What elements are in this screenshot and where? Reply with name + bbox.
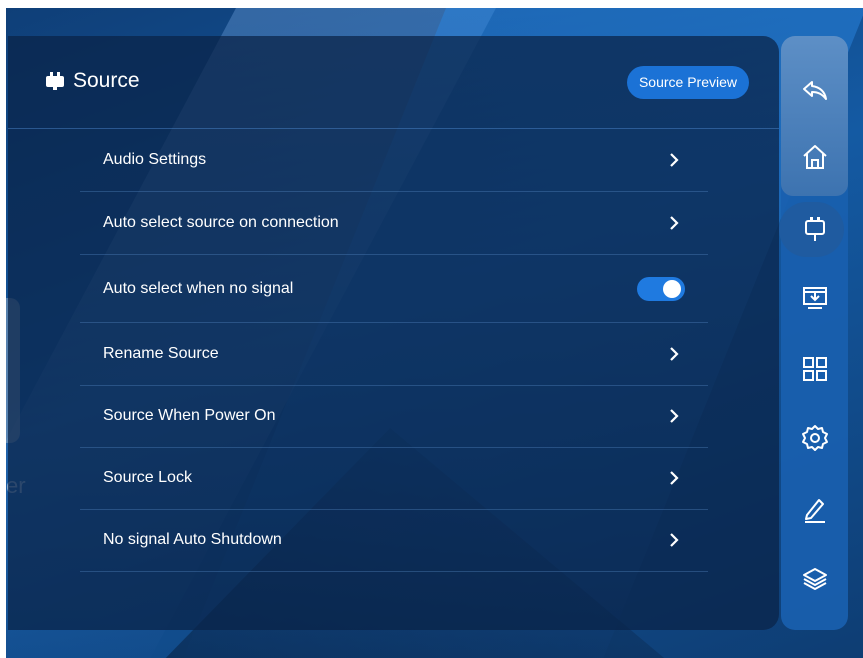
layers-icon (803, 568, 827, 590)
settings-row-no-signal-auto-shutdown[interactable]: No signal Auto Shutdown (80, 509, 708, 572)
chevron-right-icon (670, 347, 679, 361)
source-panel: Source Source Preview Audio Settings Aut… (8, 36, 779, 630)
settings-row-label: No signal Auto Shutdown (103, 531, 282, 548)
page-title: Source (73, 69, 140, 92)
apps-grid-icon (803, 357, 827, 381)
auto-select-no-signal-toggle[interactable] (637, 277, 685, 301)
chevron-right-icon (670, 216, 679, 230)
sidebar-item-home[interactable] (800, 142, 830, 172)
settings-row-rename-source[interactable]: Rename Source (80, 323, 708, 386)
sidebar-item-annotate[interactable] (800, 494, 830, 524)
chevron-right-icon (670, 153, 679, 167)
settings-row-label: Source Lock (103, 469, 192, 486)
settings-row-auto-select-no-signal: Auto select when no signal (80, 256, 708, 323)
sidebar-item-layers[interactable] (800, 564, 830, 594)
settings-gear-icon (802, 425, 828, 451)
home-icon (803, 145, 827, 169)
source-icon (805, 217, 825, 241)
settings-row-auto-select-on-connection[interactable]: Auto select source on connection (80, 192, 708, 255)
settings-row-label: Source When Power On (103, 407, 276, 424)
screen-download-icon (803, 287, 827, 309)
sidebar-nav (779, 36, 848, 630)
sidebar-item-back[interactable] (800, 75, 830, 105)
chevron-right-icon (670, 533, 679, 547)
settings-row-label: Auto select when no signal (103, 280, 294, 297)
sidebar-item-settings[interactable] (800, 423, 830, 453)
settings-row-label: Auto select source on connection (103, 214, 339, 231)
settings-row-audio-settings[interactable]: Audio Settings (80, 129, 708, 192)
source-preview-button[interactable]: Source Preview (627, 66, 749, 99)
settings-row-label: Rename Source (103, 345, 219, 362)
sidebar-item-apps[interactable] (800, 354, 830, 384)
sidebar-item-source[interactable] (800, 214, 830, 244)
toggle-knob (663, 280, 681, 298)
source-plug-icon (46, 72, 64, 90)
settings-row-source-lock[interactable]: Source Lock (80, 447, 708, 510)
settings-row-source-when-power-on[interactable]: Source When Power On (80, 385, 708, 448)
chevron-right-icon (670, 409, 679, 423)
panel-header: Source Source Preview (8, 36, 779, 129)
pen-icon (805, 499, 825, 523)
settings-row-label: Audio Settings (103, 151, 207, 168)
sidebar-item-screen-download[interactable] (800, 283, 830, 313)
chevron-right-icon (670, 471, 679, 485)
back-icon (803, 81, 827, 100)
